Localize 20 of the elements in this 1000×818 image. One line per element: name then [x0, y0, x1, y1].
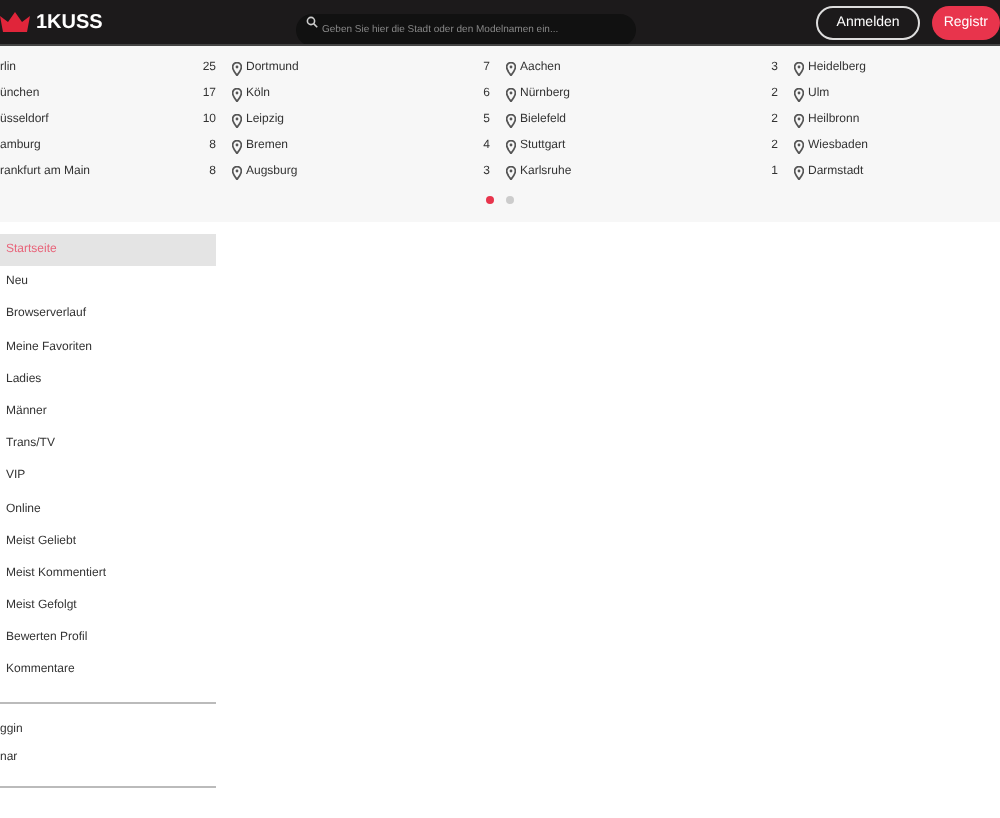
pin-icon — [232, 165, 242, 180]
pin-icon — [506, 139, 516, 154]
crown-icon — [0, 12, 30, 32]
pin-icon — [232, 113, 242, 128]
pin-icon — [794, 139, 804, 154]
pin-icon — [506, 61, 516, 76]
pin-icon — [506, 165, 516, 180]
page-dot[interactable] — [486, 195, 494, 203]
pin-icon — [506, 113, 516, 128]
pin-icon — [794, 113, 804, 128]
pin-icon — [506, 87, 516, 102]
search-icon — [306, 16, 318, 28]
pin-icon — [794, 87, 804, 102]
pin-icon — [232, 87, 242, 102]
pin-icon — [794, 165, 804, 180]
pin-icon — [232, 61, 242, 76]
pin-icon — [794, 61, 804, 76]
pin-icon — [232, 139, 242, 154]
page-dot[interactable] — [506, 195, 514, 203]
logo[interactable]: 1KUSS — [36, 11, 103, 33]
